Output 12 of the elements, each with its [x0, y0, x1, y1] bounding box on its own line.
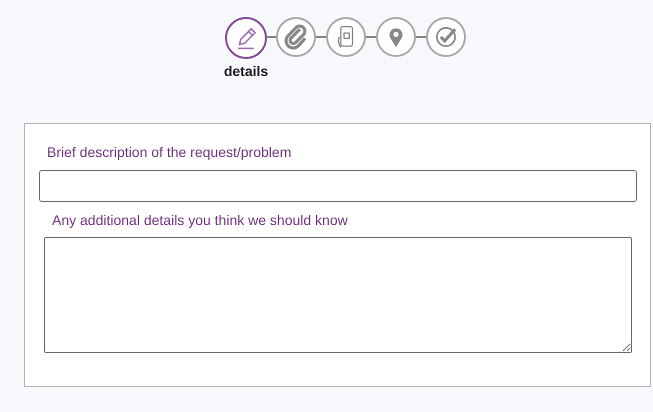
paperclip-icon — [283, 24, 309, 50]
description-field[interactable] — [39, 170, 637, 202]
field-label: Brief description of the request/problem — [47, 144, 292, 160]
step-button[interactable] — [426, 17, 466, 57]
step-label: details — [224, 63, 268, 79]
step-button[interactable] — [376, 17, 416, 57]
details-textarea[interactable] — [44, 237, 632, 353]
step-button[interactable] — [326, 17, 366, 57]
step-button[interactable] — [225, 17, 267, 59]
field-label: Any additional details you think we should know — [52, 212, 349, 228]
checkmark-icon — [433, 24, 459, 50]
step-button[interactable] — [276, 17, 316, 57]
